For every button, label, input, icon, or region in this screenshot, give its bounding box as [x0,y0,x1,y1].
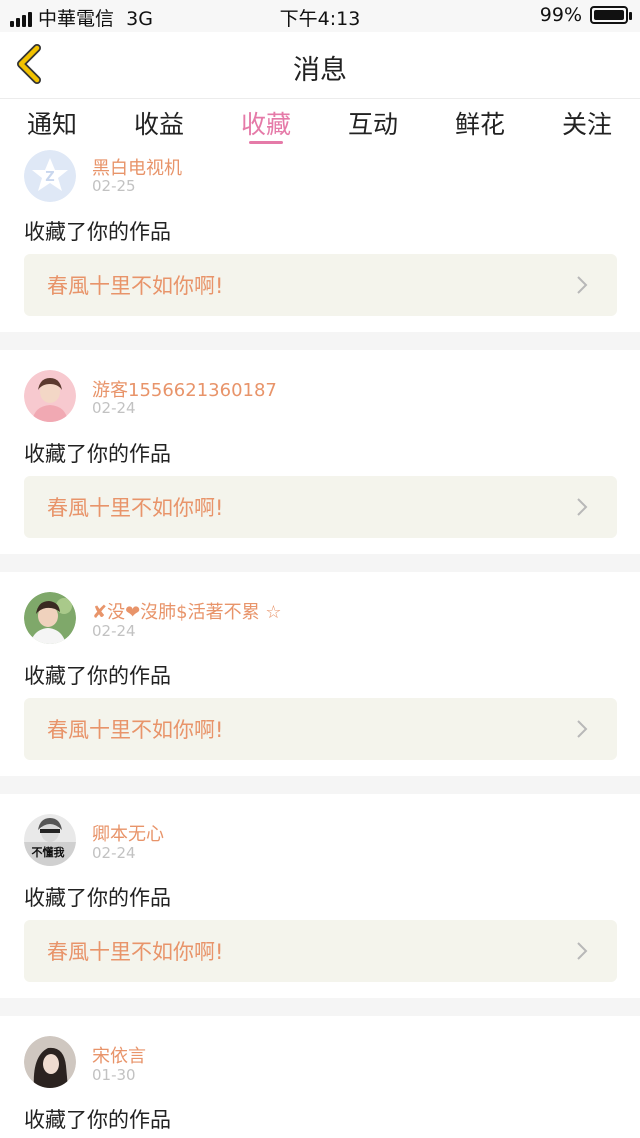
work-card[interactable]: 春風十里不如你啊! [24,476,617,538]
action-text: 收藏了你的作品 [24,442,171,466]
list-item: ✘没❤沒肺$活著不累 ☆ 02-24 收藏了你的作品 春風十里不如你啊! [0,592,640,776]
avatar-badge-text: 不懂我 [32,845,65,859]
page-title: 消息 [293,55,347,86]
battery-percent: 99% [539,4,582,26]
chevron-right-icon [577,720,588,738]
work-title: 春風十里不如你啊! [47,274,224,298]
action-text: 收藏了你的作品 [24,220,171,244]
status-bar: 中華電信 3G 下午4:13 99% [0,0,640,32]
timestamp: 02-24 [92,399,136,417]
divider [0,554,640,572]
svg-text:Z: Z [45,170,54,185]
work-card[interactable]: 春風十里不如你啊! [24,920,617,982]
tab-flowers[interactable]: 鲜花 [440,105,520,141]
work-card[interactable]: 春風十里不如你啊! [24,254,617,316]
action-text: 收藏了你的作品 [24,886,171,910]
divider [0,998,640,1016]
battery-info: 99% [539,4,632,26]
action-text: 收藏了你的作品 [24,664,171,688]
list-item: 宋依言 01-30 收藏了你的作品 [0,1036,640,1138]
active-tab-indicator [249,141,283,144]
avatar[interactable] [24,592,76,644]
tab-interactions[interactable]: 互动 [333,105,413,141]
tab-following[interactable]: 关注 [547,105,627,141]
avatar[interactable] [24,1036,76,1088]
list-item: 游客1556621360187 02-24 收藏了你的作品 春風十里不如你啊! [0,370,640,554]
username[interactable]: ✘没❤沒肺$活著不累 ☆ [92,598,281,624]
timestamp: 02-24 [92,844,136,862]
action-text: 收藏了你的作品 [24,1108,171,1132]
tab-bar: 通知 收益 收藏 互动 鲜花 关注 [0,98,640,151]
battery-icon [590,6,632,24]
divider [0,776,640,794]
work-title: 春風十里不如你啊! [47,718,224,742]
username[interactable]: 宋依言 [92,1042,146,1068]
work-title: 春風十里不如你啊! [47,940,224,964]
work-title: 春風十里不如你啊! [47,496,224,520]
list-item: 不懂我 卿本无心 02-24 收藏了你的作品 春風十里不如你啊! [0,814,640,998]
navigation-bar: 消息 [0,32,640,98]
username[interactable]: 卿本无心 [92,820,164,846]
chevron-right-icon [577,276,588,294]
list-item: Z 黑白电视机 02-25 收藏了你的作品 春風十里不如你啊! [0,150,640,332]
chevron-right-icon [577,498,588,516]
timestamp: 02-24 [92,622,136,640]
divider [0,332,640,350]
work-card[interactable]: 春風十里不如你啊! [24,698,617,760]
timestamp: 01-30 [92,1066,136,1084]
tab-favorites[interactable]: 收藏 [226,105,306,141]
avatar[interactable]: Z [24,150,76,202]
tab-notifications[interactable]: 通知 [12,105,92,141]
avatar[interactable] [24,370,76,422]
avatar[interactable]: 不懂我 [24,814,76,866]
chevron-right-icon [577,942,588,960]
timestamp: 02-25 [92,177,136,195]
tab-earnings[interactable]: 收益 [119,105,199,141]
